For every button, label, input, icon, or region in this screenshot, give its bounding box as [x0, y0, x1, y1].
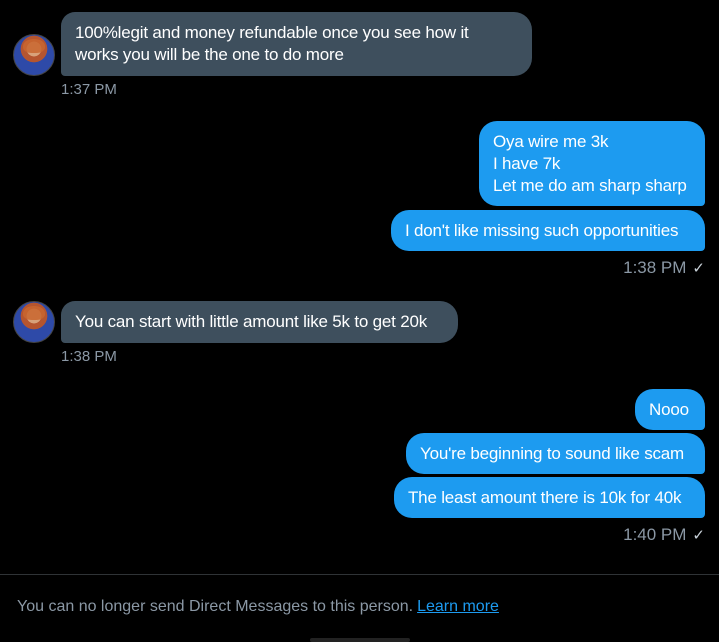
message-timestamp: 1:38 PM [61, 348, 117, 365]
outgoing-message-bubble[interactable]: Oya wire me 3k I have 7k Let me do am sh… [479, 121, 705, 206]
outgoing-message-bubble[interactable]: I don't like missing such opportunities [391, 210, 705, 251]
message-timestamp: 1:37 PM [61, 81, 117, 98]
dm-disabled-text: You can no longer send Direct Messages t… [17, 598, 414, 615]
learn-more-link[interactable]: Learn more [417, 598, 499, 615]
read-check-icon: ✓ [692, 527, 705, 544]
message-timestamp-row: 1:40 PM ✓ [623, 525, 705, 545]
message-timestamp: 1:40 PM [623, 525, 687, 544]
home-indicator [310, 638, 410, 642]
incoming-message-bubble[interactable]: 100%legit and money refundable once you … [61, 12, 532, 76]
outgoing-message-bubble[interactable]: Nooo [635, 389, 705, 430]
contact-avatar[interactable] [13, 301, 55, 343]
incoming-message-bubble[interactable]: You can start with little amount like 5k… [61, 301, 458, 343]
outgoing-message-bubble[interactable]: The least amount there is 10k for 40k [394, 477, 705, 518]
contact-avatar[interactable] [13, 34, 55, 76]
message-timestamp: 1:38 PM [623, 258, 687, 277]
message-timestamp-row: 1:38 PM ✓ [623, 258, 705, 278]
dm-disabled-notice: You can no longer send Direct Messages t… [17, 598, 499, 616]
outgoing-message-bubble[interactable]: You're beginning to sound like scam [406, 433, 705, 474]
read-check-icon: ✓ [692, 260, 705, 277]
footer-divider [0, 574, 719, 575]
